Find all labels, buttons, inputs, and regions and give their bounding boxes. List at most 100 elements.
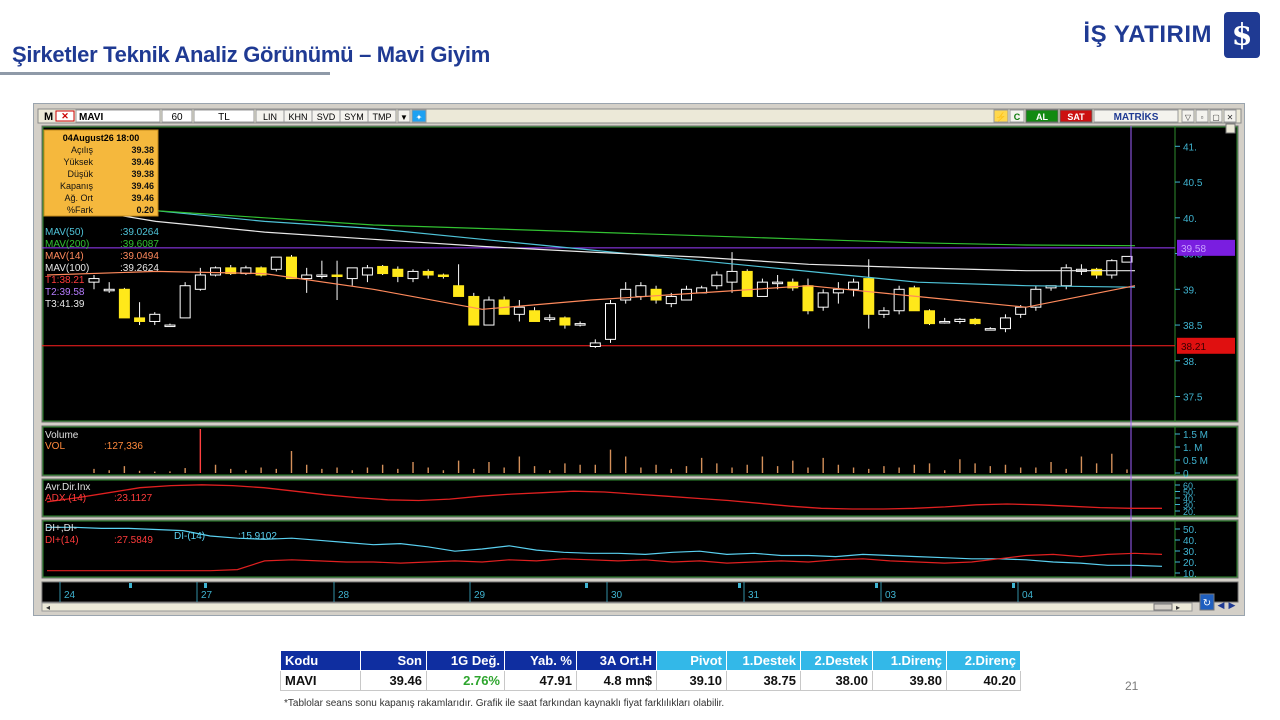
candle (954, 318, 966, 322)
price-tick-label: 38.5 (1183, 321, 1203, 332)
period-text: 60 (171, 112, 183, 123)
di-tick-label: 40. (1183, 536, 1197, 547)
ma-value: :39.0494 (120, 251, 159, 262)
candle (650, 288, 662, 301)
di-minus-value: :15.9102 (238, 531, 277, 542)
table-cell: 40.20 (946, 670, 1021, 691)
ma-value: :39.0264 (120, 227, 159, 238)
info-box-value: 39.38 (131, 169, 154, 179)
matriks-chart-window[interactable]: M ✕ MAVI 60 TL LIN KHN SVD SYM TMP ▼ ✦ ⚡ C AL SAT MATRİK… (33, 103, 1245, 616)
quote-table: Kodu Son 1G Değ. Yab. % 3A Ort.H Pivot 1.Deste… (280, 650, 1021, 691)
candle (468, 295, 480, 326)
candle (118, 288, 130, 319)
candle (392, 268, 404, 277)
volume-panel[interactable] (41, 425, 1239, 477)
scroll-left-icon: ◂ (46, 603, 50, 612)
di-tick-label: 50. (1183, 525, 1197, 536)
ma-label: MAV(14) (45, 251, 84, 262)
refresh-icon: C (1014, 112, 1021, 122)
ma-label: T3:41.39 (45, 299, 85, 310)
nav-right-icon: ▶ (1229, 600, 1236, 610)
table-header-cell: Kodu (280, 650, 361, 671)
time-tick-label: 31 (748, 590, 760, 601)
info-box-label: Düşük (67, 169, 93, 179)
currency-text: TL (218, 112, 230, 123)
table-cell: 38.00 (800, 670, 873, 691)
table-cell: 2.76% (426, 670, 505, 691)
close-icon: ✕ (1227, 113, 1234, 122)
info-box-header: 04August26 18:00 (63, 133, 140, 143)
candle (939, 320, 951, 324)
price-panel[interactable] (41, 125, 1239, 423)
footnote: *Tablolar seans sonu kapanış rakamlarıdı… (284, 698, 725, 709)
candle (999, 317, 1011, 330)
price-tick-label: 39. (1183, 285, 1197, 296)
time-tick-label: 27 (201, 590, 213, 601)
candle (559, 317, 571, 326)
table-header-cell: 2.Direnç (946, 650, 1021, 671)
candle (969, 318, 981, 325)
symbol-text: MAVI (79, 112, 103, 123)
candle (605, 303, 616, 340)
time-marker (875, 583, 878, 588)
candle (270, 256, 282, 270)
page-number: 21 (1125, 679, 1139, 693)
horizontal-scrollbar[interactable] (41, 602, 1193, 612)
candle (407, 270, 419, 280)
time-marker (585, 583, 588, 588)
candle (483, 299, 495, 326)
table-cell: 47.91 (504, 670, 577, 691)
candle (1106, 260, 1118, 276)
price-tick-label: 38. (1183, 357, 1197, 368)
table-cell: 39.46 (360, 670, 427, 691)
di-panel[interactable] (41, 519, 1239, 579)
time-marker (204, 583, 207, 588)
adx-tick-label: 20. (1183, 507, 1196, 517)
matriks-brand-label: MATRİKS (1114, 110, 1159, 123)
info-box-label: Yüksek (63, 157, 93, 167)
candle (665, 295, 677, 305)
candle (924, 310, 936, 325)
time-tick-label: 24 (64, 590, 76, 601)
info-box-value: 0.20 (136, 205, 154, 215)
price-tick-label: 40. (1183, 214, 1197, 225)
candle (1015, 306, 1027, 315)
nav-left-icon: ◀ (1218, 600, 1225, 610)
candle (711, 274, 723, 287)
table-row: MAVI 39.46 2.76% 47.91 4.8 mn$ 39.10 38.75 38.0… (280, 670, 1021, 691)
chart-canvas[interactable]: M ✕ MAVI 60 TL LIN KHN SVD SYM TMP ▼ ✦ ⚡ C AL SAT MATRİK… (34, 104, 1246, 617)
di-tick-label: 10. (1183, 569, 1197, 580)
toolbar-button-label: KHN (288, 112, 307, 122)
time-marker (738, 583, 741, 588)
candle (453, 285, 465, 297)
toolbar-button-label: SVD (317, 112, 336, 122)
price-tick-label: 41. (1183, 142, 1197, 153)
volume-tick-label: 0 (1183, 469, 1189, 480)
candle (802, 285, 814, 312)
info-box-label: Ağ. Ort (64, 193, 93, 203)
candle (741, 270, 753, 297)
di-minus-label: DI-(14) (174, 531, 205, 542)
price-tick-label: 37.5 (1183, 393, 1203, 404)
panel-toggle-button[interactable] (1225, 123, 1236, 134)
candle (361, 267, 373, 276)
lightning-icon: ⚡ (995, 111, 1006, 123)
brand-logo-block: İŞ YATIRIM $ (1083, 12, 1260, 58)
info-box-label: Açılış (71, 145, 94, 155)
candle (680, 288, 692, 301)
volume-title: Volume (45, 430, 79, 441)
scrollbar-thumb[interactable] (1153, 603, 1173, 611)
ma-label: T1:38.21 (45, 275, 85, 286)
time-marker (129, 583, 132, 588)
candle (908, 287, 920, 312)
time-axis[interactable] (41, 581, 1239, 603)
candle (544, 317, 556, 320)
matriks-menu-icon: M (44, 111, 53, 123)
minimize-icon: ▫ (1201, 113, 1204, 122)
brand-emblem-icon: $ (1224, 12, 1260, 58)
di-tick-label: 20. (1183, 558, 1197, 569)
candle (346, 267, 358, 280)
table-header-cell: Son (360, 650, 427, 671)
candle (103, 288, 115, 292)
title-underline (0, 72, 330, 75)
